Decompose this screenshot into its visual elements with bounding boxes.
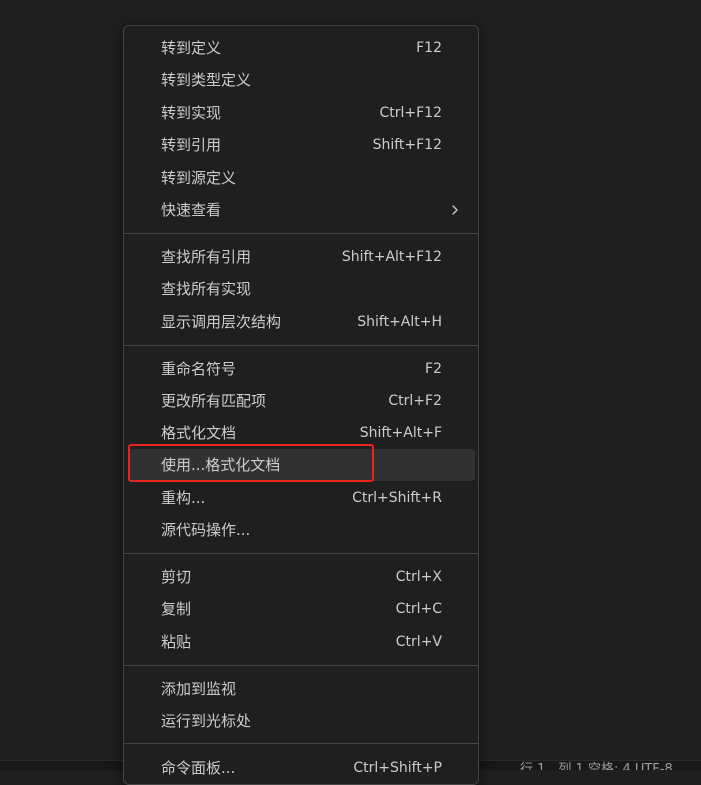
menu-item-copy[interactable]: 复制 Ctrl+C	[128, 593, 475, 625]
menu-item-label: 转到定义	[161, 39, 222, 57]
menu-item-run-to-cursor[interactable]: 运行到光标处	[128, 705, 475, 737]
chevron-right-icon	[452, 205, 458, 215]
menu-item-format-document[interactable]: 格式化文档 Shift+Alt+F	[128, 417, 475, 449]
menu-item-label: 查找所有实现	[161, 280, 252, 298]
menu-item-peek[interactable]: 快速查看	[128, 194, 475, 226]
menu-item-shortcut: Ctrl+F2	[388, 393, 442, 409]
menu-item-shortcut: Shift+F12	[372, 137, 442, 153]
menu-item-label: 使用...格式化文档	[161, 456, 281, 474]
menu-separator	[124, 345, 478, 346]
menu-item-format-document-with[interactable]: 使用...格式化文档	[128, 449, 475, 481]
menu-item-cut[interactable]: 剪切 Ctrl+X	[128, 561, 475, 593]
menu-item-shortcut: Ctrl+Shift+R	[352, 490, 442, 506]
menu-separator	[124, 665, 478, 666]
menu-item-add-to-watch[interactable]: 添加到监视	[128, 673, 475, 705]
menu-item-label: 更改所有匹配项	[161, 392, 267, 410]
menu-item-shortcut: Shift+Alt+F12	[341, 249, 442, 265]
menu-item-shortcut: Ctrl+V	[395, 634, 442, 650]
menu-item-label: 显示调用层次结构	[161, 313, 282, 331]
menu-item-label: 剪切	[161, 568, 192, 586]
menu-item-label: 粘贴	[161, 633, 192, 651]
menu-item-change-all-occurrences[interactable]: 更改所有匹配项 Ctrl+F2	[128, 385, 475, 417]
menu-item-go-to-type-definition[interactable]: 转到类型定义	[128, 64, 475, 96]
menu-item-label: 源代码操作...	[161, 521, 251, 539]
menu-item-label: 格式化文档	[161, 424, 237, 442]
menu-item-shortcut: Ctrl+C	[395, 601, 442, 617]
menu-separator	[124, 233, 478, 234]
menu-item-go-to-references[interactable]: 转到引用 Shift+F12	[128, 129, 475, 161]
menu-item-shortcut: Shift+Alt+F	[359, 425, 442, 441]
menu-item-label: 转到引用	[161, 136, 222, 154]
menu-item-go-to-implementations[interactable]: 转到实现 Ctrl+F12	[128, 97, 475, 129]
menu-item-shortcut: Ctrl+F12	[379, 105, 442, 121]
menu-item-show-call-hierarchy[interactable]: 显示调用层次结构 Shift+Alt+H	[128, 306, 475, 338]
menu-item-shortcut: F2	[425, 361, 442, 377]
menu-item-shortcut: F12	[416, 40, 442, 56]
menu-item-label: 命令面板...	[161, 759, 236, 777]
menu-item-label: 添加到监视	[161, 680, 237, 698]
menu-item-find-all-implementations[interactable]: 查找所有实现	[128, 273, 475, 305]
menu-item-shortcut: Ctrl+X	[395, 569, 442, 585]
menu-item-label: 转到类型定义	[161, 71, 252, 89]
menu-item-label: 快速查看	[161, 201, 222, 219]
menu-item-command-palette[interactable]: 命令面板... Ctrl+Shift+P	[128, 752, 475, 784]
menu-item-rename-symbol[interactable]: 重命名符号 F2	[128, 353, 475, 385]
menu-item-go-to-source-definition[interactable]: 转到源定义	[128, 162, 475, 194]
menu-item-label: 运行到光标处	[161, 712, 252, 730]
menu-item-shortcut: Shift+Alt+H	[357, 314, 442, 330]
menu-item-label: 复制	[161, 600, 192, 618]
menu-item-label: 转到实现	[161, 104, 222, 122]
menu-item-label: 重命名符号	[161, 360, 237, 378]
menu-item-label: 重构...	[161, 489, 206, 507]
menu-item-label: 查找所有引用	[161, 248, 252, 266]
menu-separator	[124, 743, 478, 744]
menu-item-source-action[interactable]: 源代码操作...	[128, 514, 475, 546]
menu-item-paste[interactable]: 粘贴 Ctrl+V	[128, 626, 475, 658]
editor-context-menu: 转到定义 F12 转到类型定义 转到实现 Ctrl+F12 转到引用 Shift…	[123, 25, 479, 785]
menu-item-find-all-references[interactable]: 查找所有引用 Shift+Alt+F12	[128, 241, 475, 273]
menu-item-label: 转到源定义	[161, 169, 237, 187]
menu-item-go-to-definition[interactable]: 转到定义 F12	[128, 32, 475, 64]
menu-separator	[124, 553, 478, 554]
menu-item-shortcut: Ctrl+Shift+P	[353, 760, 442, 776]
menu-item-refactor[interactable]: 重构... Ctrl+Shift+R	[128, 482, 475, 514]
